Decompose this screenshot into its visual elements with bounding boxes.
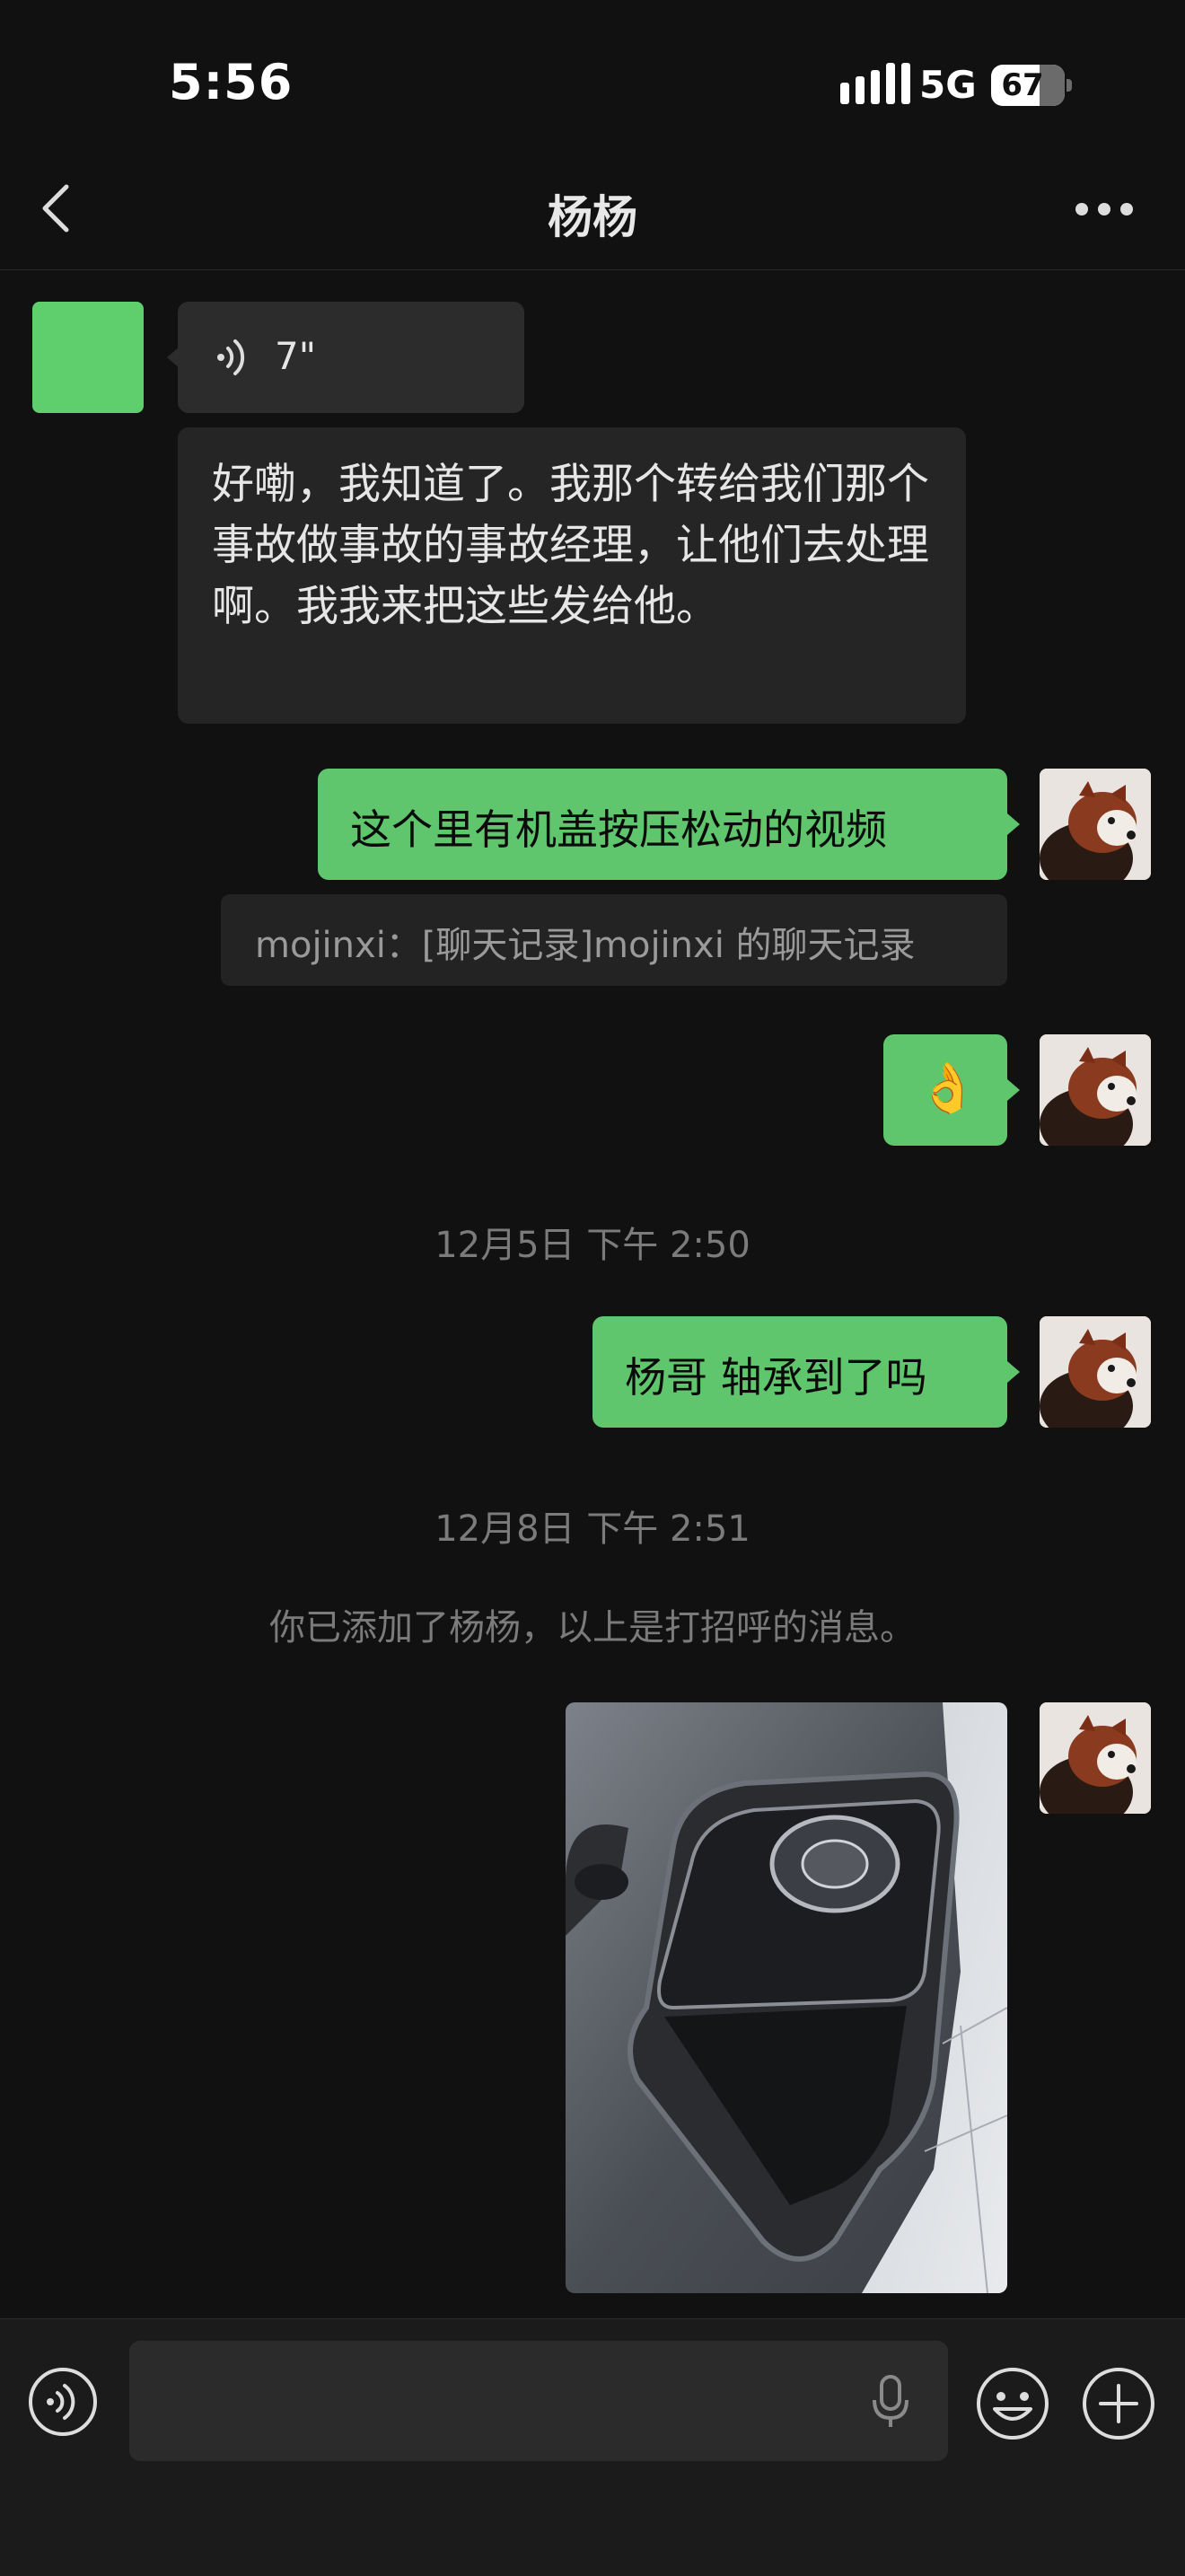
status-time: 5:56 (169, 54, 294, 110)
bubble-tail (1007, 813, 1020, 835)
red-panda-image (1040, 769, 1151, 880)
voice-wave-icon (217, 339, 245, 375)
message-list[interactable]: 7" 好嘞，我知道了。我那个转给我们那个事故做事故的事故经理，让他们去处理啊。我… (0, 269, 1185, 2317)
microphone-icon[interactable] (867, 2375, 914, 2429)
user-avatar[interactable] (1040, 1034, 1151, 1146)
chat-title: 杨杨 (548, 191, 637, 243)
red-panda-image (1040, 1316, 1151, 1428)
sent-message-bubble[interactable]: 杨哥 轴承到了吗 (592, 1316, 1007, 1428)
status-bar: 5:56 5G 67 (0, 0, 1185, 135)
user-avatar[interactable] (1040, 1702, 1151, 1814)
signal-strength-icon (840, 63, 910, 104)
voice-message-bubble[interactable]: 7" (178, 302, 524, 413)
voice-input-icon[interactable] (27, 2366, 99, 2438)
user-avatar[interactable] (1040, 1316, 1151, 1428)
message-input[interactable] (129, 2341, 948, 2461)
quoted-message[interactable]: mojinxi：[聊天记录]mojinxi 的聊天记录 (221, 894, 1007, 986)
user-avatar[interactable] (1040, 769, 1151, 880)
red-panda-image (1040, 1034, 1151, 1146)
sent-message-bubble[interactable]: 这个里有机盖按压松动的视频 (318, 769, 1007, 880)
plus-icon[interactable] (1081, 2366, 1156, 2441)
message-timestamp: 12月5日 下午 2:50 (434, 1225, 750, 1266)
voice-transcript-bubble[interactable]: 好嘞，我知道了。我那个转给我们那个事故做事故的事故经理，让他们去处理啊。我我来把… (178, 427, 966, 724)
battery-icon: 67 (991, 65, 1072, 106)
message-text: 这个里有机盖按压松动的视频 (350, 805, 887, 854)
bubble-tail (1007, 1079, 1020, 1101)
input-bar (0, 2318, 1185, 2576)
car-headlight-photo (566, 1702, 1007, 2293)
chat-header: 杨杨 (0, 135, 1185, 270)
message-text: 杨哥 轴承到了吗 (625, 1353, 927, 1402)
bubble-tail (1007, 1361, 1020, 1383)
more-dots-icon[interactable] (1075, 203, 1133, 217)
voice-transcript-text: 好嘞，我知道了。我那个转给我们那个事故做事故的事故经理，让他们去处理啊。我我来把… (212, 460, 929, 631)
quoted-message-text: mojinxi：[聊天记录]mojinxi 的聊天记录 (255, 925, 916, 966)
voice-duration: 7" (275, 334, 317, 378)
sent-emoji-bubble[interactable]: 👌 (883, 1034, 1007, 1146)
emoji-icon[interactable] (975, 2366, 1050, 2441)
contact-avatar[interactable] (32, 302, 144, 413)
battery-level: 67 (1001, 67, 1044, 103)
red-panda-image (1040, 1702, 1151, 1814)
ok-hand-emoji: 👌 (917, 1059, 979, 1116)
message-timestamp: 12月8日 下午 2:51 (434, 1508, 750, 1550)
sent-photo[interactable] (566, 1702, 1007, 2293)
network-type: 5G (919, 63, 977, 107)
system-notice: 你已添加了杨杨，以上是打招呼的消息。 (269, 1607, 916, 1648)
